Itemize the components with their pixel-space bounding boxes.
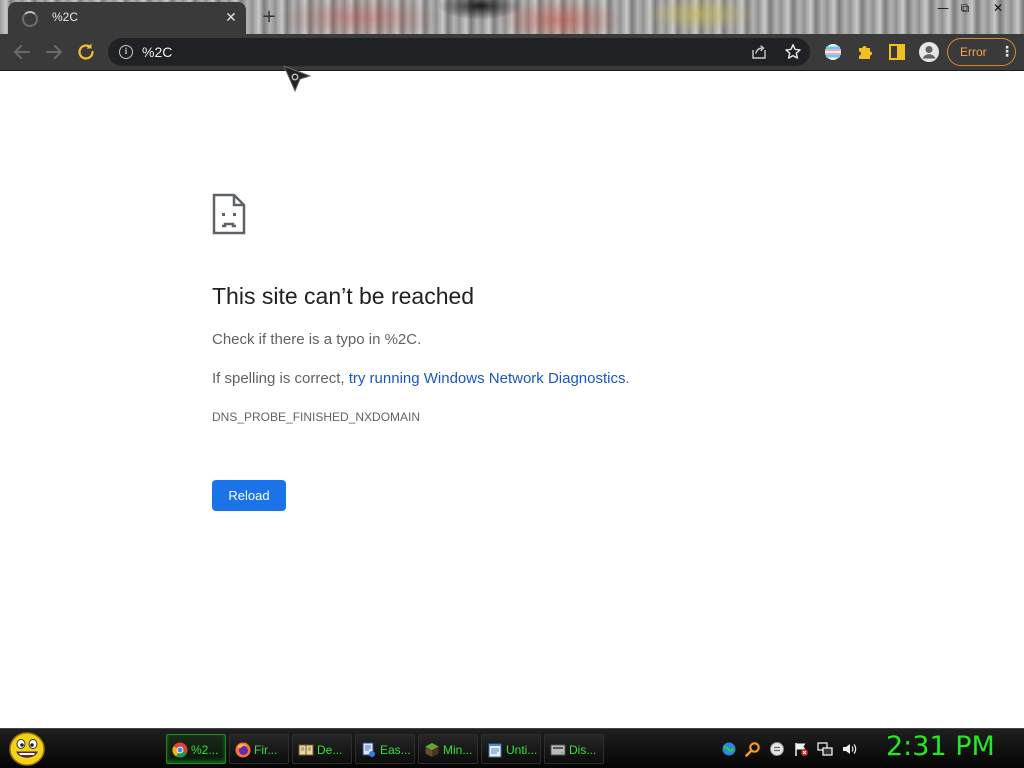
address-bar[interactable]: i %2C [108, 38, 810, 66]
task-label: Fir... [254, 743, 278, 757]
task-label: Eas... [380, 743, 411, 757]
network-monitor-icon[interactable] [817, 741, 833, 757]
title-bar: %2C ✕ + — ⧉ ✕ [0, 0, 1024, 34]
kebab-menu-icon[interactable]: ⋮ [1000, 44, 1014, 60]
task-de[interactable]: De... [292, 734, 352, 764]
task-minecraft[interactable]: Min... [418, 734, 478, 764]
task-chrome[interactable]: %2... [166, 734, 226, 764]
firefox-icon [235, 742, 251, 758]
sad-page-icon [212, 193, 246, 235]
task-eas[interactable]: Eas... [355, 734, 415, 764]
notepad-icon [488, 743, 502, 758]
new-tab-button[interactable]: + [258, 6, 280, 28]
task-firefox[interactable]: Fir... [229, 734, 289, 764]
easy-icon [362, 742, 375, 757]
task-label: Min... [443, 743, 473, 757]
loading-spinner-icon [22, 11, 38, 27]
spelling-suffix: . [625, 370, 630, 387]
extensions-puzzle-icon[interactable] [853, 40, 877, 64]
extension-flag-icon[interactable] [821, 40, 845, 64]
reload-button[interactable]: Reload [212, 480, 286, 511]
forward-arrow-icon[interactable] [42, 40, 66, 64]
action-center-flag-icon[interactable] [793, 741, 809, 757]
browser-tab[interactable]: %2C ✕ [8, 2, 246, 34]
bookmark-star-icon[interactable] [784, 43, 802, 61]
task-label: De... [317, 743, 343, 757]
task-label: Unti... [506, 743, 538, 757]
mouse-cursor-icon [283, 65, 312, 93]
window-close-button[interactable]: ✕ [983, 0, 1013, 18]
taskbar: %2... Fir... De... Eas... Min... Unti...… [0, 728, 1024, 768]
start-smiley-icon[interactable] [8, 731, 46, 767]
site-info-icon[interactable]: i [119, 45, 133, 59]
volume-speaker-icon[interactable] [841, 741, 857, 757]
chrome-icon [172, 742, 188, 758]
error-code: DNS_PROBE_FINISHED_NXDOMAIN [212, 410, 421, 424]
restore-button[interactable]: ⧉ [950, 0, 980, 18]
spelling-prefix: If spelling is correct, [212, 370, 349, 387]
error-chip-button[interactable]: Error ⋮ [947, 38, 1016, 66]
profile-avatar-icon[interactable] [917, 40, 941, 64]
disk-icon [550, 744, 566, 756]
task-disk[interactable]: Dis... [544, 734, 604, 764]
spelling-message: If spelling is correct, try running Wind… [212, 370, 630, 387]
book-icon [298, 744, 314, 756]
task-label: Dis... [569, 743, 597, 757]
side-panel-icon[interactable] [885, 40, 909, 64]
minecraft-icon [425, 743, 439, 757]
task-label: %2... [191, 743, 219, 757]
share-icon[interactable] [751, 44, 767, 60]
network-diagnostics-link[interactable]: try running Windows Network Diagnostics [349, 370, 626, 387]
page-content: This site can’t be reached Check if ther… [0, 65, 1024, 728]
error-label: Error [960, 45, 987, 59]
settings-circle-icon[interactable] [769, 741, 785, 757]
url-text[interactable]: %2C [142, 44, 172, 60]
search-magnifier-icon[interactable] [745, 741, 761, 757]
task-notepad[interactable]: Unti... [481, 734, 541, 764]
tab-title: %2C [52, 10, 79, 24]
error-heading: This site can’t be reached [212, 283, 475, 309]
reload-icon[interactable] [74, 40, 98, 64]
typo-message: Check if there is a typo in %2C. [212, 331, 422, 348]
back-arrow-icon[interactable] [10, 40, 34, 64]
browser-toolbar: i %2C Error ⋮ [0, 34, 1024, 70]
taskbar-clock[interactable]: 2:31 PM [886, 731, 995, 762]
tab-close-button[interactable]: ✕ [222, 9, 240, 27]
network-globe-icon[interactable] [721, 741, 737, 757]
